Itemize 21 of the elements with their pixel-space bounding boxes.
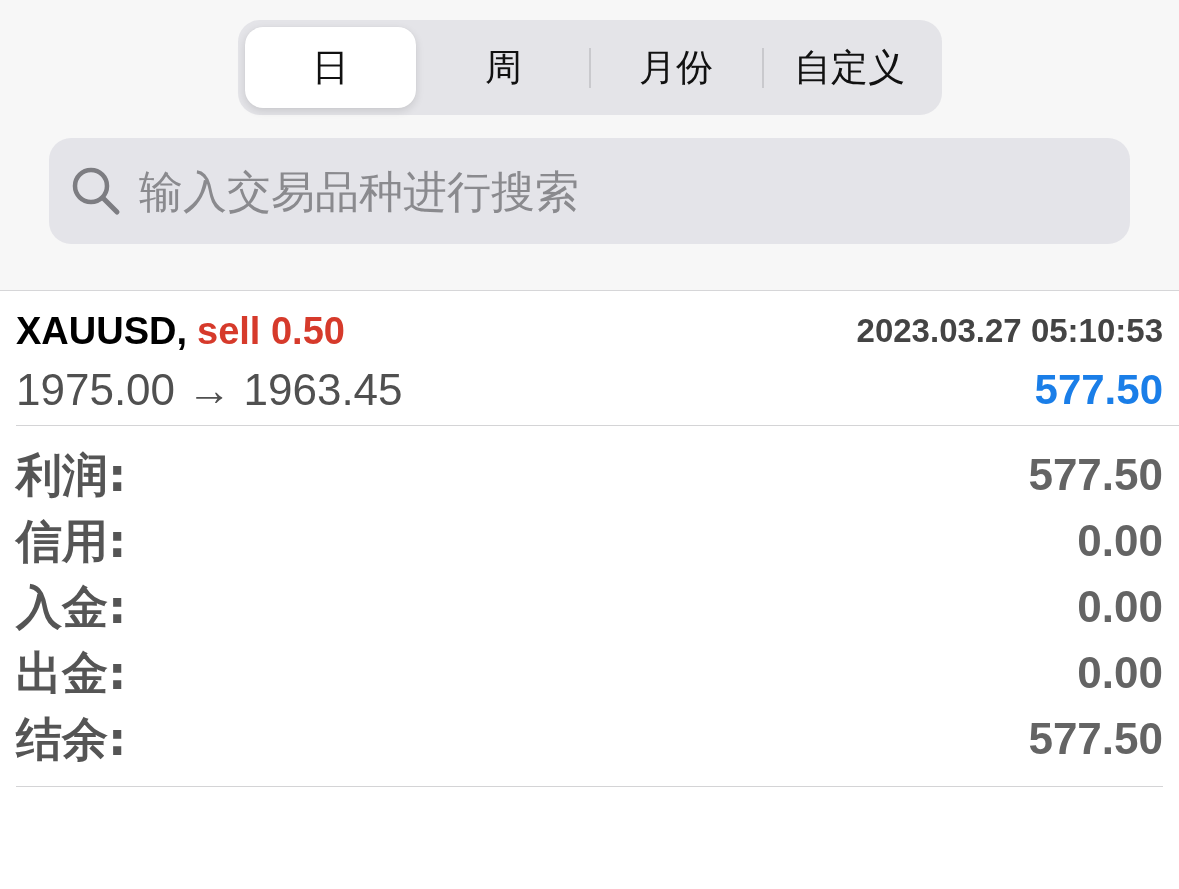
- summary-label: 结余:: [16, 711, 127, 767]
- period-tab[interactable]: 月份: [590, 27, 762, 108]
- search-icon: [71, 166, 121, 216]
- summary-label: 信用:: [16, 513, 127, 569]
- summary-label: 利润:: [16, 447, 127, 503]
- summary-value: 0.00: [1077, 647, 1163, 699]
- trade-symbol: XAUUSD,: [16, 309, 188, 353]
- trade-profit: 577.50: [1034, 365, 1163, 415]
- trade-prices: 1975.00 → 1963.45: [16, 364, 403, 416]
- trade-time: 2023.03.27 05:10:53: [856, 311, 1163, 351]
- order-type: sell 0.50: [197, 309, 345, 353]
- summary-value: 0.00: [1077, 581, 1163, 633]
- summary-value: 577.50: [1028, 449, 1163, 501]
- search-field[interactable]: 输入交易品种进行搜索: [49, 138, 1130, 244]
- summary-value: 0.00: [1077, 515, 1163, 567]
- period-tab[interactable]: 周: [417, 27, 589, 108]
- period-tab[interactable]: 自定义: [763, 27, 935, 108]
- summary-label: 入金:: [16, 579, 127, 635]
- summary-label: 出金:: [16, 645, 127, 701]
- period-tab[interactable]: 日: [244, 27, 416, 108]
- summary-value: 577.50: [1028, 713, 1163, 765]
